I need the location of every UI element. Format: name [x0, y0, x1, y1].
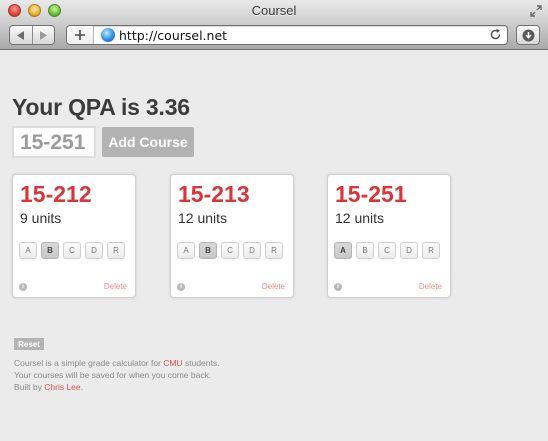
fullscreen-icon[interactable] [530, 5, 542, 17]
downloads-button[interactable] [516, 25, 540, 45]
forward-arrow-icon [40, 30, 48, 40]
course-card: 15-213 12 units A B C D R i Delete [170, 174, 294, 298]
globe-icon [101, 28, 115, 42]
delete-course-link[interactable]: Delete [262, 282, 285, 291]
grade-button-c[interactable]: C [221, 242, 239, 259]
address-bar[interactable]: http://coursel.net [66, 25, 508, 45]
course-units: 12 units [178, 210, 228, 226]
grade-button-d[interactable]: D [85, 242, 103, 259]
grade-button-r[interactable]: R [422, 242, 440, 259]
grade-selector: A B C D R [334, 242, 440, 259]
footer-text: Coursel is a simple grade calculator for… [14, 357, 220, 393]
grade-button-a[interactable]: A [334, 242, 352, 259]
navigation-buttons [9, 25, 55, 45]
grade-button-a[interactable]: A [19, 242, 37, 259]
add-bookmark-button[interactable] [67, 26, 94, 44]
forward-button[interactable] [31, 26, 55, 44]
add-course-button[interactable]: Add Course [102, 127, 194, 157]
grade-button-b[interactable]: B [356, 242, 374, 259]
footer-line-saved: Your courses will be saved for when you … [14, 370, 212, 380]
course-units: 9 units [20, 210, 62, 226]
grade-button-b[interactable]: B [41, 242, 59, 259]
grade-button-r[interactable]: R [107, 242, 125, 259]
plus-icon [75, 30, 85, 40]
page-content: Your QPA is 3.36 Add Course 15-212 9 uni… [0, 50, 548, 441]
info-icon[interactable]: i [177, 283, 185, 291]
delete-course-link[interactable]: Delete [104, 282, 127, 291]
course-units: 12 units [335, 210, 385, 226]
window-title: Coursel [251, 3, 297, 18]
info-icon[interactable]: i [19, 283, 27, 291]
grade-button-r[interactable]: R [265, 242, 283, 259]
grade-button-a[interactable]: A [177, 242, 195, 259]
download-icon [522, 29, 534, 41]
grade-button-c[interactable]: C [63, 242, 81, 259]
course-card: 15-251 12 units A B C D R i Delete [327, 174, 451, 298]
qpa-heading: Your QPA is 3.36 [12, 94, 190, 120]
footer-line-credit: Built by Chris Lee. [14, 382, 84, 392]
back-button[interactable] [10, 26, 32, 44]
reload-icon[interactable] [489, 28, 502, 41]
course-code: 15-213 [178, 181, 250, 207]
reset-button[interactable]: Reset [14, 338, 44, 350]
grade-selector: A B C D R [177, 242, 283, 259]
grade-button-d[interactable]: D [400, 242, 418, 259]
footer-line-description: Coursel is a simple grade calculator for… [14, 358, 220, 368]
browser-toolbar: http://coursel.net [0, 22, 548, 50]
url-text[interactable]: http://coursel.net [119, 28, 227, 43]
course-code: 15-251 [335, 181, 407, 207]
cmu-link[interactable]: CMU [163, 358, 182, 368]
course-number-input[interactable] [12, 126, 96, 158]
title-bar: Coursel [0, 0, 548, 22]
author-link[interactable]: Chris Lee [44, 382, 80, 392]
course-card: 15-212 9 units A B C D R i Delete [12, 174, 136, 298]
grade-button-b[interactable]: B [199, 242, 217, 259]
grade-selector: A B C D R [19, 242, 125, 259]
course-code: 15-212 [20, 181, 92, 207]
delete-course-link[interactable]: Delete [419, 282, 442, 291]
grade-button-d[interactable]: D [243, 242, 261, 259]
grade-button-c[interactable]: C [378, 242, 396, 259]
info-icon[interactable]: i [334, 283, 342, 291]
back-arrow-icon [16, 30, 24, 40]
